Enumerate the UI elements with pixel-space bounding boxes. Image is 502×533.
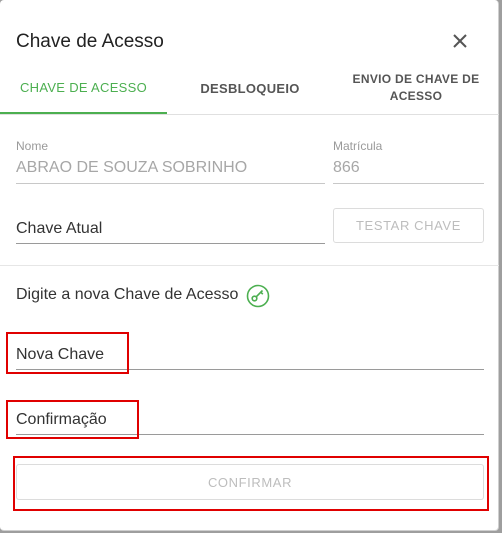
key-icon <box>246 284 270 308</box>
tab-desbloqueio[interactable]: DESBLOQUEIO <box>167 62 333 114</box>
nova-chave-underline <box>16 369 484 370</box>
chave-atual-underline <box>16 243 325 244</box>
nome-underline <box>16 183 325 184</box>
new-key-prompt: Digite a nova Chave de Acesso <box>16 286 239 303</box>
nome-field: ABRAO DE SOUZA SOBRINHO <box>16 159 248 176</box>
nome-label: Nome <box>16 139 49 153</box>
matricula-label: Matrícula <box>333 139 383 153</box>
tab-envio-de-chave[interactable]: ENVIO DE CHAVE DE ACESSO <box>333 62 499 114</box>
testar-chave-button[interactable]: TESTAR CHAVE <box>333 208 484 243</box>
tab-chave-de-acesso[interactable]: CHAVE DE ACESSO <box>0 62 167 114</box>
confirmacao-underline <box>16 434 484 435</box>
matricula-field: 866 <box>333 159 360 176</box>
chave-atual-field[interactable]: Chave Atual <box>16 220 102 238</box>
close-icon[interactable] <box>449 30 471 52</box>
confirmar-button[interactable]: CONFIRMAR <box>16 464 484 500</box>
tab-bar: CHAVE DE ACESSO DESBLOQUEIO ENVIO DE CHA… <box>0 62 499 115</box>
tab-envio-label: ENVIO DE CHAVE DE ACESSO <box>352 72 480 103</box>
section-divider <box>0 265 499 266</box>
confirmacao-field[interactable]: Confirmação <box>16 411 107 429</box>
nova-chave-field[interactable]: Nova Chave <box>16 346 104 364</box>
matricula-underline <box>333 183 484 184</box>
dialog-title: Chave de Acesso <box>16 31 164 52</box>
access-key-dialog: Chave de Acesso CHAVE DE ACESSO DESBLOQU… <box>0 0 499 531</box>
